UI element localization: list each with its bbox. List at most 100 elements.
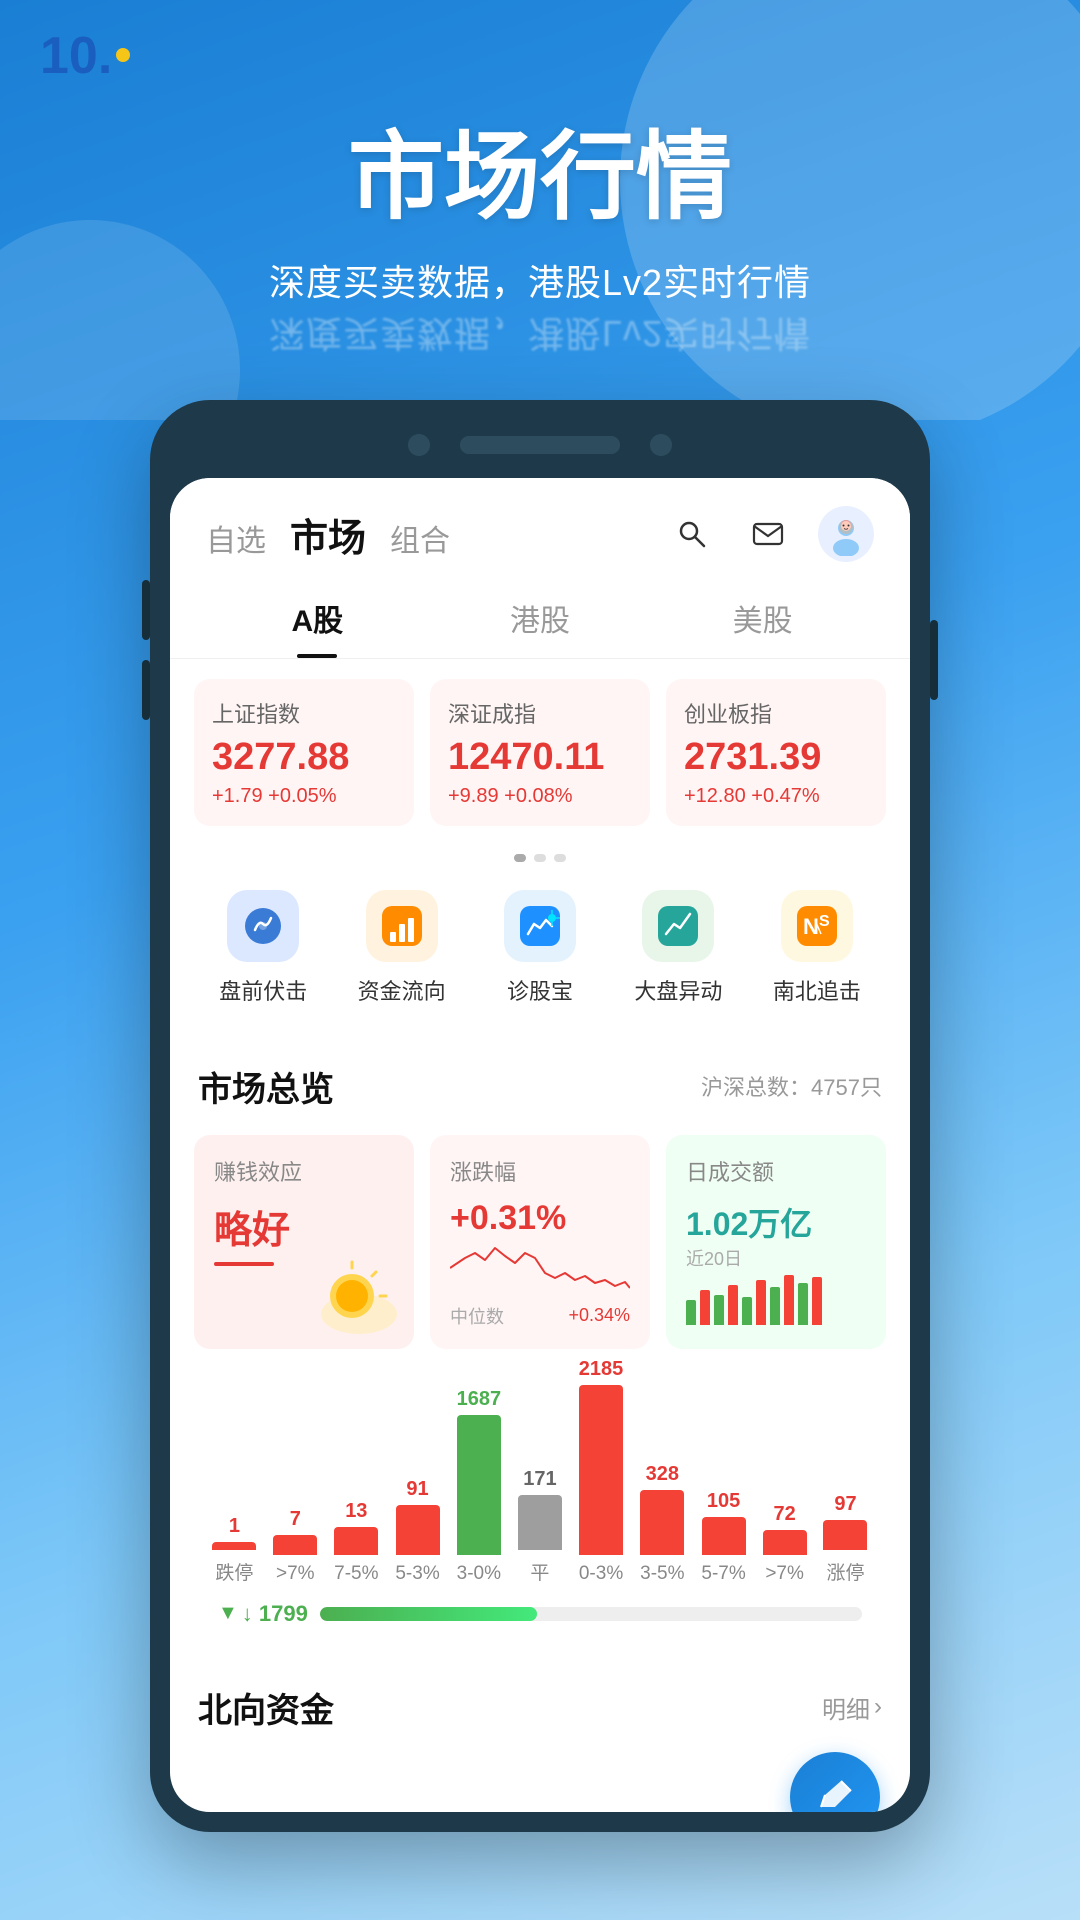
profit-value: 略好 bbox=[214, 1199, 394, 1254]
quick-action-panqian[interactable]: 盘前伏击 bbox=[194, 890, 332, 1006]
dist-col-8: 328 3-5% bbox=[640, 1463, 684, 1585]
index-cards: 上证指数 3277.88 +1.79 +0.05% 深证成指 12470.11 … bbox=[170, 659, 910, 846]
mail-button[interactable] bbox=[742, 508, 794, 560]
app-logo: 10. bbox=[40, 30, 130, 82]
quick-action-zhengubao[interactable]: 诊股宝 bbox=[471, 890, 609, 1006]
decorative-circle-2 bbox=[0, 220, 240, 420]
bottom-bar: ▼ ↓ 1799 bbox=[194, 1585, 886, 1643]
dist-label-1: 跌停 bbox=[215, 1558, 253, 1585]
dist-bar-1 bbox=[212, 1542, 256, 1550]
fab-button[interactable] bbox=[790, 1752, 880, 1812]
index-change-sh: +1.79 +0.05% bbox=[212, 785, 396, 808]
dapan-label: 大盘异动 bbox=[634, 974, 722, 1006]
change-value: +0.31% bbox=[450, 1199, 630, 1238]
logo-dot bbox=[116, 48, 130, 62]
north-title: 北向资金 bbox=[198, 1683, 334, 1732]
dist-val-10: 72 bbox=[773, 1503, 795, 1526]
phone-camera bbox=[408, 434, 430, 456]
index-value-sz: 12470.11 bbox=[448, 737, 632, 779]
quick-action-dapan[interactable]: 大盘异动 bbox=[609, 890, 747, 1006]
phone-camera-2 bbox=[650, 434, 672, 456]
north-detail-icon: › bbox=[874, 1693, 882, 1721]
index-dots bbox=[170, 846, 910, 870]
dist-label-9: 5-7% bbox=[701, 1563, 745, 1585]
dist-col-9: 105 5-7% bbox=[701, 1490, 745, 1585]
market-overview-subtitle: 沪深总数：4757只 bbox=[701, 1070, 882, 1102]
tab-ashares[interactable]: A股 bbox=[206, 578, 429, 658]
nav-item-market[interactable]: 市场 bbox=[290, 507, 366, 562]
market-cards: 赚钱效应 略好 bbox=[170, 1123, 910, 1369]
index-card-cy[interactable]: 创业板指 2731.39 +12.80 +0.47% bbox=[666, 679, 886, 826]
panqian-label: 盘前伏击 bbox=[219, 974, 307, 1006]
tab-usshares[interactable]: 美股 bbox=[651, 578, 874, 658]
dist-bar-6 bbox=[518, 1495, 562, 1550]
phone-screen: 自选 市场 组合 bbox=[170, 478, 910, 1812]
dist-val-4: 91 bbox=[406, 1478, 428, 1501]
dist-val-11: 97 bbox=[834, 1493, 856, 1516]
market-card-profit[interactable]: 赚钱效应 略好 bbox=[194, 1135, 414, 1349]
index-card-sh[interactable]: 上证指数 3277.88 +1.79 +0.05% bbox=[194, 679, 414, 826]
nav-item-portfolio[interactable]: 组合 bbox=[390, 516, 450, 560]
sparkline bbox=[450, 1238, 630, 1298]
dist-label-5: 3-0% bbox=[457, 1563, 501, 1585]
dist-col-3: 13 7-5% bbox=[334, 1500, 378, 1585]
index-change-sz: +9.89 +0.08% bbox=[448, 785, 632, 808]
section-header-market: 市场总览 沪深总数：4757只 bbox=[170, 1042, 910, 1123]
nav-items: 自选 市场 组合 bbox=[206, 507, 666, 562]
dist-val-2: 7 bbox=[290, 1508, 301, 1531]
market-card-volume[interactable]: 日成交额 1.02万亿 近20日 bbox=[666, 1135, 886, 1349]
index-name-cy: 创业板指 bbox=[684, 697, 868, 729]
dist-label-4: 5-3% bbox=[395, 1563, 439, 1585]
dist-val-9: 105 bbox=[707, 1490, 740, 1513]
quick-actions: 盘前伏击 资金流向 bbox=[170, 870, 910, 1026]
index-name-sh: 上证指数 bbox=[212, 697, 396, 729]
banner: 10. 市场行情 深度买卖数据，港股Lv2实时行情 深度买卖数据，港股Lv2实时… bbox=[0, 0, 1080, 420]
fab-area bbox=[170, 1752, 910, 1812]
dist-val-8: 328 bbox=[646, 1463, 679, 1486]
phone-power bbox=[930, 620, 938, 700]
dist-label-7: 0-3% bbox=[579, 1563, 623, 1585]
phone-vol-down bbox=[142, 660, 150, 720]
nav-item-zixuan[interactable]: 自选 bbox=[206, 516, 266, 560]
progress-track bbox=[320, 1607, 862, 1621]
dist-val-5: 1687 bbox=[457, 1388, 502, 1411]
zijin-label: 资金流向 bbox=[358, 974, 446, 1006]
profit-label: 赚钱效应 bbox=[214, 1155, 394, 1187]
change-sub: 中位数 +0.34% bbox=[450, 1303, 630, 1329]
dist-label-8: 3-5% bbox=[640, 1563, 684, 1585]
phone-wrapper: 自选 市场 组合 bbox=[0, 400, 1080, 1832]
dist-val-3: 13 bbox=[345, 1500, 367, 1523]
dist-col-1: 1 跌停 bbox=[212, 1515, 256, 1585]
dist-label-6: 平 bbox=[530, 1558, 549, 1585]
zhengubao-icon bbox=[504, 890, 576, 962]
quick-action-nanbeizhuiji[interactable]: N S 南北追击 bbox=[748, 890, 886, 1006]
dapan-icon bbox=[642, 890, 714, 962]
tabs: A股 港股 美股 bbox=[170, 578, 910, 659]
dist-chart: 1 跌停 7 >7% 13 7-5% bbox=[194, 1385, 886, 1585]
dist-bar-10 bbox=[763, 1530, 807, 1555]
nanbeizhuiji-icon: N S bbox=[781, 890, 853, 962]
search-button[interactable] bbox=[666, 508, 718, 560]
app-header: 自选 市场 组合 bbox=[170, 478, 910, 578]
index-value-sh: 3277.88 bbox=[212, 737, 396, 779]
dist-col-7: 2185 0-3% bbox=[579, 1358, 624, 1585]
panqian-icon bbox=[227, 890, 299, 962]
market-overview-title: 市场总览 bbox=[198, 1062, 334, 1111]
progress-row: ▼ ↓ 1799 bbox=[218, 1601, 862, 1627]
dot-1 bbox=[514, 854, 526, 862]
north-detail-button[interactable]: 明细 › bbox=[822, 1690, 882, 1725]
dist-val-1: 1 bbox=[229, 1515, 240, 1538]
tab-hkshares[interactable]: 港股 bbox=[429, 578, 652, 658]
dist-col-6: 171 平 bbox=[518, 1468, 562, 1585]
zhengubao-label: 诊股宝 bbox=[507, 974, 573, 1006]
avatar[interactable] bbox=[818, 506, 874, 562]
market-card-change[interactable]: 涨跌幅 +0.31% 中位数 +0.34% bbox=[430, 1135, 650, 1349]
sun-decoration bbox=[314, 1254, 404, 1339]
dot-2 bbox=[534, 854, 546, 862]
dist-val-7: 2185 bbox=[579, 1358, 624, 1381]
quick-action-zijin[interactable]: 资金流向 bbox=[332, 890, 470, 1006]
dist-bar-9 bbox=[702, 1517, 746, 1555]
index-card-sz[interactable]: 深证成指 12470.11 +9.89 +0.08% bbox=[430, 679, 650, 826]
dist-bar-4 bbox=[396, 1505, 440, 1555]
banner-title: 市场行情 bbox=[348, 99, 732, 238]
